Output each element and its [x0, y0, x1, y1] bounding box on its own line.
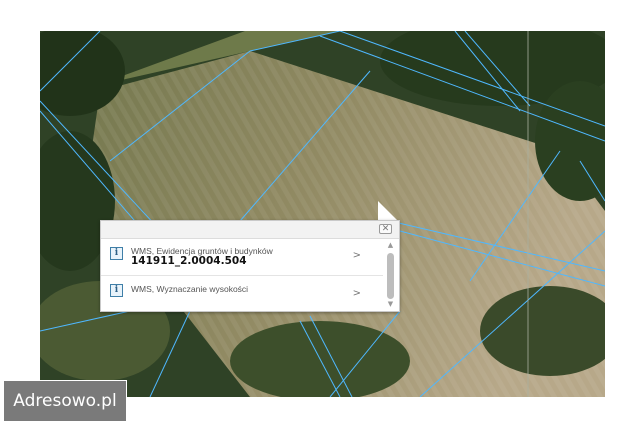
close-icon[interactable]: ✕: [379, 224, 392, 234]
popup-pointer: [378, 201, 398, 221]
scroll-down-icon[interactable]: ▼: [385, 300, 396, 308]
popup-rows: i WMS, Ewidencja gruntów i budynków 1419…: [101, 239, 383, 311]
popup-row-ewidencja[interactable]: i WMS, Ewidencja gruntów i budynków 1419…: [101, 239, 383, 276]
info-icon: i: [110, 247, 123, 260]
info-popup: ✕ i WMS, Ewidencja gruntów i budynków 14…: [100, 220, 400, 312]
chevron-right-icon[interactable]: >: [353, 288, 361, 299]
watermark-logo: Adresowo.pl: [3, 380, 127, 422]
map-imagery: [40, 31, 605, 397]
row-parcel-id: 141911_2.0004.504: [131, 255, 247, 267]
row-layer-title: WMS, Wyznaczanie wysokości: [131, 284, 249, 294]
popup-row-wysokosci[interactable]: i WMS, Wyznaczanie wysokości >: [101, 276, 383, 312]
info-icon: i: [110, 284, 123, 297]
scroll-thumb[interactable]: [387, 253, 394, 299]
chevron-right-icon[interactable]: >: [353, 250, 361, 261]
satellite-map[interactable]: [40, 31, 605, 397]
scroll-up-icon[interactable]: ▲: [385, 241, 396, 249]
popup-header: ✕: [101, 221, 399, 239]
popup-scrollbar[interactable]: ▲ ▼: [385, 241, 396, 308]
